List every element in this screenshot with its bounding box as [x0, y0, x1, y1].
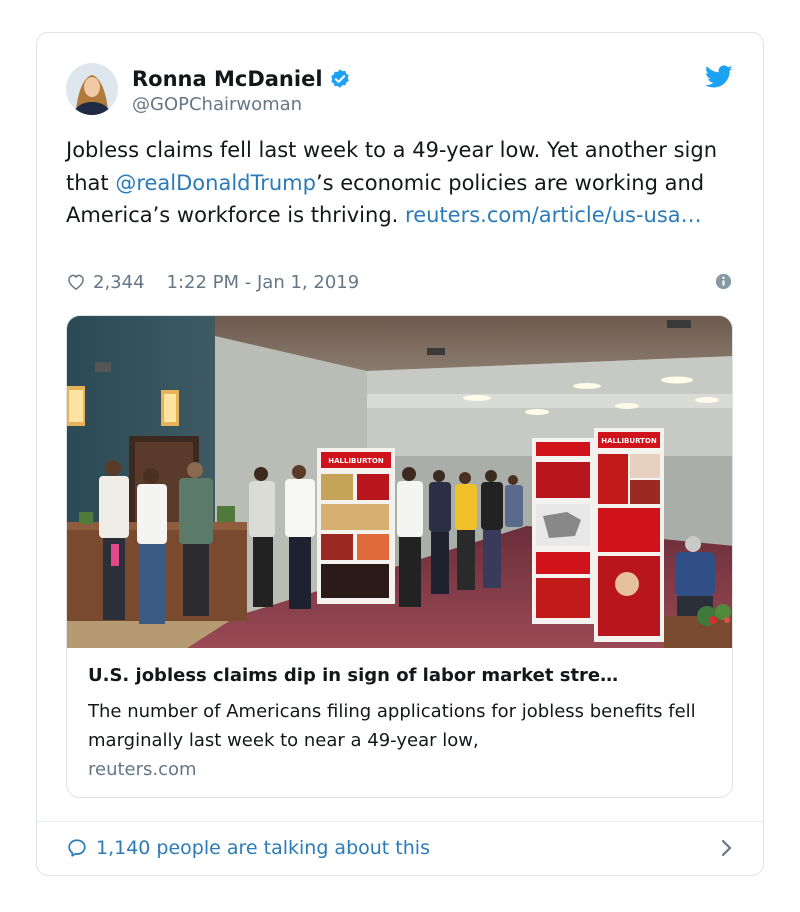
- twitter-bird-icon[interactable]: [705, 65, 733, 89]
- author-name-row[interactable]: Ronna McDaniel: [132, 67, 351, 91]
- tweet-text: Jobless claims fell last week to a 49-ye…: [66, 134, 746, 232]
- article-photo: HALLIBURTON HALLIBURTON: [67, 316, 732, 648]
- author-name[interactable]: Ronna McDaniel: [132, 67, 323, 91]
- tweet-timestamp[interactable]: 1:22 PM - Jan 1, 2019: [167, 272, 360, 293]
- banner-brand-left: HALLIBURTON: [328, 457, 384, 465]
- chevron-right-icon[interactable]: [716, 837, 736, 859]
- conversation-footer[interactable]: 1,140 people are talking about this: [66, 834, 736, 862]
- link-card-title[interactable]: U.S. jobless claims dip in sign of labor…: [88, 665, 718, 686]
- link-card-description: The number of Americans filing applicati…: [88, 701, 696, 751]
- link-preview-card[interactable]: HALLIBURTON HALLIBURTON U.S. jobless cla…: [66, 315, 733, 798]
- banner-brand-right: HALLIBURTON: [601, 437, 657, 445]
- like-count[interactable]: 2,344: [93, 272, 145, 293]
- tweet-meta: 2,344 1:22 PM - Jan 1, 2019: [66, 268, 732, 296]
- verified-badge-icon: [330, 69, 349, 88]
- conversation-label[interactable]: 1,140 people are talking about this: [96, 837, 430, 859]
- tweet-card: Ronna McDaniel @GOPChairwoman Jobless cl…: [36, 32, 764, 876]
- link-card-domain: reuters.com: [88, 759, 197, 780]
- mention-link[interactable]: @realDonaldTrump: [115, 171, 316, 195]
- footer-divider: [37, 821, 763, 822]
- avatar[interactable]: [66, 63, 118, 115]
- author-handle[interactable]: @GOPChairwoman: [132, 94, 302, 115]
- speech-bubble-icon: [68, 839, 86, 857]
- heart-icon[interactable]: [66, 272, 86, 292]
- info-icon[interactable]: [715, 273, 732, 290]
- article-link[interactable]: reuters.com/article/us-usa…: [405, 203, 702, 227]
